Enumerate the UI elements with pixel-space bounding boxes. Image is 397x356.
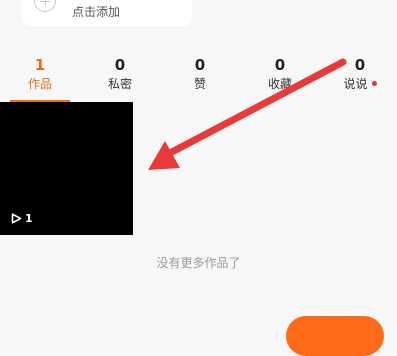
- annotation-arrow: [148, 58, 347, 170]
- floating-action-button[interactable]: [286, 316, 384, 356]
